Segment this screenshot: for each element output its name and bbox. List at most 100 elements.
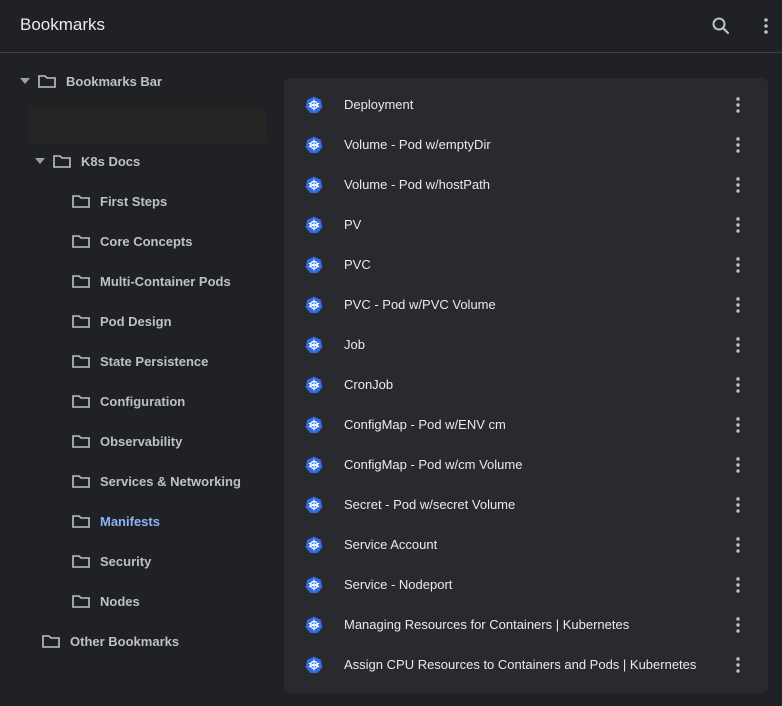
folder-other-bookmarks[interactable]: Other Bookmarks [42,629,179,653]
search-icon[interactable] [709,14,733,38]
folder-item[interactable]: State Persistence [72,349,208,373]
kubernetes-icon [305,296,323,314]
expand-arrow-icon[interactable] [20,76,30,86]
kubernetes-icon [305,456,323,474]
bookmark-row[interactable]: Volume - Pod w/hostPath [284,165,768,205]
folder-label: Bookmarks Bar [66,73,163,89]
bookmark-title[interactable]: Service - Nodeport [344,577,452,592]
bookmark-row[interactable]: PVC - Pod w/PVC Volume [284,285,768,325]
bookmark-row[interactable]: Service - Nodeport [284,565,768,605]
kubernetes-icon [305,496,323,514]
bookmark-title[interactable]: Volume - Pod w/emptyDir [344,137,491,152]
folder-label: Multi-Container Pods [100,273,231,289]
expand-arrow-icon[interactable] [35,156,45,166]
folder-label: Security [100,553,152,569]
bookmark-title[interactable]: PV [344,217,361,232]
folder-label: Nodes [100,593,140,609]
bookmark-title[interactable]: Job [344,337,365,352]
more-vert-icon[interactable] [728,375,748,395]
bookmark-row[interactable]: ConfigMap - Pod w/cm Volume [284,445,768,485]
bookmark-row[interactable]: Managing Resources for Containers | Kube… [284,605,768,645]
bookmark-row[interactable]: Job [284,325,768,365]
kubernetes-icon [305,176,323,194]
bookmark-title[interactable]: PVC [344,257,371,272]
more-vert-icon[interactable] [728,655,748,675]
folder-item[interactable]: Configuration [72,389,185,413]
more-vert-icon[interactable] [728,215,748,235]
folder-item[interactable]: Services & Networking [72,469,241,493]
bookmark-row[interactable]: Deployment [284,85,768,125]
folder-item[interactable]: Core Concepts [72,229,192,253]
folder-tree: Bookmarks Bar K8s Docs First Steps Core C… [0,53,270,706]
folder-item[interactable]: Multi-Container Pods [72,269,231,293]
more-vert-icon[interactable] [728,335,748,355]
bookmark-title[interactable]: ConfigMap - Pod w/ENV cm [344,417,506,432]
folder-label: State Persistence [100,353,209,369]
folder-item[interactable]: Nodes [72,589,140,613]
more-vert-icon[interactable] [728,95,748,115]
folder-icon [72,394,90,408]
folder-k8s-docs[interactable]: K8s Docs [35,149,140,173]
folder-label: Other Bookmarks [70,633,180,649]
folder-icon [72,194,90,208]
bookmark-row[interactable]: Assign CPU Resources to Containers and P… [284,645,768,685]
kubernetes-icon [305,376,323,394]
bookmark-row[interactable]: Service Account [284,525,768,565]
more-vert-icon[interactable] [728,535,748,555]
kubernetes-icon [305,416,323,434]
folder-label: Pod Design [100,313,172,329]
folder-icon [42,634,60,648]
folder-icon [72,554,90,568]
bookmark-title[interactable]: Volume - Pod w/hostPath [344,177,490,192]
page-title: Bookmarks [20,15,106,34]
bookmark-title[interactable]: Deployment [344,97,413,112]
more-vert-icon[interactable] [728,135,748,155]
more-vert-icon[interactable] [728,575,748,595]
bookmark-title[interactable]: Managing Resources for Containers | Kube… [344,617,629,632]
folder-item[interactable]: Security [72,549,151,573]
folder-icon [72,594,90,608]
more-vert-icon[interactable] [728,295,748,315]
bookmark-title[interactable]: Service Account [344,537,437,552]
bookmark-list: Deployment Volume - Pod w/emptyDir Volume … [284,78,768,693]
bookmark-title[interactable]: CronJob [344,377,393,392]
more-vert-icon[interactable] [728,615,748,635]
bookmark-row[interactable]: Secret - Pod w/secret Volume [284,485,768,525]
top-toolbar: Bookmarks [0,0,782,53]
folder-icon [38,74,56,88]
more-vert-icon[interactable] [728,455,748,475]
more-vert-icon[interactable] [728,175,748,195]
bookmark-row[interactable]: PV [284,205,768,245]
bookmark-title[interactable]: ConfigMap - Pod w/cm Volume [344,457,522,472]
folder-item[interactable]: Observability [72,429,182,453]
kubernetes-icon [305,216,323,234]
folder-item[interactable]: Pod Design [72,309,172,333]
drop-placeholder [28,107,266,143]
folder-bookmarks-bar[interactable]: Bookmarks Bar [20,69,162,93]
folder-label: Core Concepts [100,233,193,249]
bookmark-row[interactable]: Volume - Pod w/emptyDir [284,125,768,165]
bookmark-title[interactable]: Assign CPU Resources to Containers and P… [344,657,696,672]
bookmark-title[interactable]: PVC - Pod w/PVC Volume [344,297,496,312]
bookmark-title[interactable]: Secret - Pod w/secret Volume [344,497,515,512]
folder-label: First Steps [100,193,168,209]
more-vert-icon[interactable] [728,255,748,275]
folder-item[interactable]: First Steps [72,189,167,213]
folder-label: Services & Networking [100,473,241,489]
bookmark-row[interactable]: CronJob [284,365,768,405]
kubernetes-icon [305,336,323,354]
more-vert-icon[interactable] [754,14,778,38]
folder-item[interactable]: Manifests [72,509,160,533]
more-vert-icon[interactable] [728,495,748,515]
folder-icon [72,354,90,368]
kubernetes-icon [305,576,323,594]
folder-icon [72,474,90,488]
kubernetes-icon [305,136,323,154]
folder-label: K8s Docs [81,153,141,169]
folder-icon [72,514,90,528]
folder-icon [53,154,71,168]
kubernetes-icon [305,96,323,114]
bookmark-row[interactable]: PVC [284,245,768,285]
bookmark-row[interactable]: ConfigMap - Pod w/ENV cm [284,405,768,445]
more-vert-icon[interactable] [728,415,748,435]
